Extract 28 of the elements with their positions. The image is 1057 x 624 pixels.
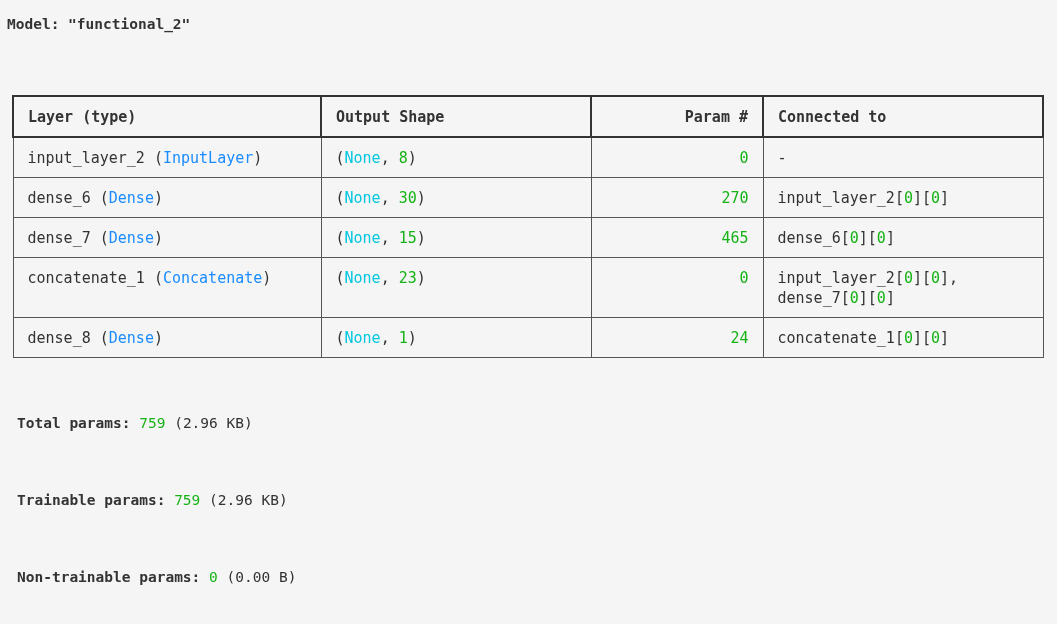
table-cell: input_layer_2 (InputLayer) — [13, 137, 321, 178]
column-header: Param # — [591, 96, 763, 137]
table-cell: (None, 1) — [321, 317, 591, 358]
table-cell: dense_8 (Dense) — [13, 317, 321, 358]
table-cell: 0 — [591, 137, 763, 178]
table-cell: 0 — [591, 257, 763, 318]
column-header: Layer (type) — [13, 96, 321, 137]
table-cell: 24 — [591, 317, 763, 358]
table-cell: (None, 15) — [321, 217, 591, 258]
param-summary-line: Total params: 759 (2.96 KB) — [17, 414, 253, 433]
table-cell: 465 — [591, 217, 763, 258]
model-title: Model: "functional_2" — [7, 15, 192, 34]
table-cell: 270 — [591, 177, 763, 218]
table-cell: dense_6 (Dense) — [13, 177, 321, 218]
table-cell: input_layer_2[0][0], dense_7[0][0] — [763, 257, 1043, 318]
table-cell: (None, 8) — [321, 137, 591, 178]
param-summary-line: Non-trainable params: 0 (0.00 B) — [17, 568, 297, 587]
param-summary-line: Trainable params: 759 (2.96 KB) — [17, 491, 288, 510]
table-cell: - — [763, 137, 1043, 178]
table-cell: concatenate_1[0][0] — [763, 317, 1043, 358]
table-cell: input_layer_2[0][0] — [763, 177, 1043, 218]
table-cell: concatenate_1 (Concatenate) — [13, 257, 321, 318]
table-cell: (None, 23) — [321, 257, 591, 318]
column-header: Output Shape — [321, 96, 591, 137]
table-cell: dense_6[0][0] — [763, 217, 1043, 258]
table-cell: (None, 30) — [321, 177, 591, 218]
column-header: Connected to — [763, 96, 1043, 137]
table-cell: dense_7 (Dense) — [13, 217, 321, 258]
